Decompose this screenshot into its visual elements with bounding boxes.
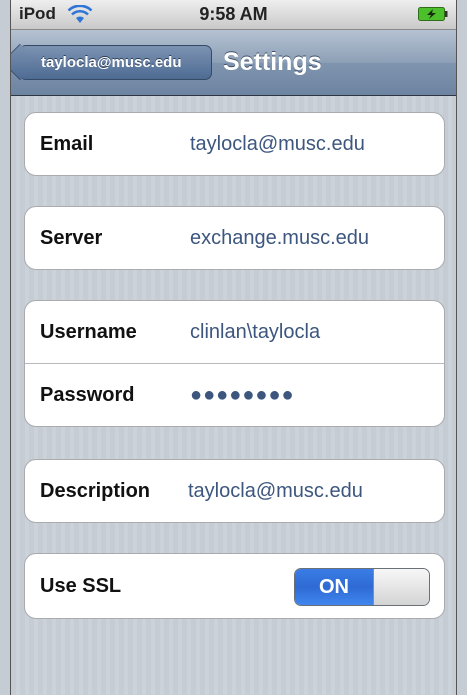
email-label: Email bbox=[40, 133, 94, 155]
settings-screen: iPod 9:58 AM taylocla@musc.edu Settings … bbox=[10, 0, 457, 695]
battery-charging-icon bbox=[418, 7, 448, 21]
description-field[interactable]: taylocla@musc.edu bbox=[188, 460, 363, 522]
server-label: Server bbox=[40, 227, 103, 249]
username-label: Username bbox=[40, 321, 137, 343]
ssl-row: Use SSL ON bbox=[25, 554, 444, 618]
password-field[interactable]: ●●●●●●●● bbox=[190, 364, 295, 426]
ssl-group: Use SSL ON bbox=[24, 553, 445, 619]
ssl-toggle-knob[interactable] bbox=[373, 569, 429, 605]
description-row[interactable]: Description taylocla@musc.edu bbox=[25, 460, 444, 522]
email-field[interactable]: taylocla@musc.edu bbox=[190, 113, 365, 175]
server-row[interactable]: Server exchange.musc.edu bbox=[25, 207, 444, 269]
ssl-label: Use SSL bbox=[40, 575, 122, 597]
server-field[interactable]: exchange.musc.edu bbox=[190, 207, 369, 269]
credentials-group: Username clinlan\taylocla Password ●●●●●… bbox=[24, 300, 445, 427]
password-row[interactable]: Password ●●●●●●●● bbox=[25, 363, 444, 426]
description-group: Description taylocla@musc.edu bbox=[24, 459, 445, 523]
server-group: Server exchange.musc.edu bbox=[24, 206, 445, 270]
username-field[interactable]: clinlan\taylocla bbox=[190, 301, 320, 363]
password-label: Password bbox=[40, 384, 135, 406]
ssl-toggle-on-label: ON bbox=[295, 569, 373, 605]
back-button-label: taylocla@musc.edu bbox=[41, 54, 182, 71]
back-button[interactable]: taylocla@musc.edu bbox=[11, 43, 212, 81]
email-group: Email taylocla@musc.edu bbox=[24, 112, 445, 176]
status-bar: iPod 9:58 AM bbox=[11, 0, 456, 30]
description-label: Description bbox=[40, 480, 151, 502]
back-arrow-icon bbox=[11, 43, 39, 81]
username-row[interactable]: Username clinlan\taylocla bbox=[25, 301, 444, 363]
clock: 9:58 AM bbox=[199, 4, 268, 24]
navigation-bar: taylocla@musc.edu Settings bbox=[11, 30, 456, 96]
page-title: Settings bbox=[223, 48, 322, 76]
email-row[interactable]: Email taylocla@musc.edu bbox=[25, 113, 444, 175]
ssl-toggle-switch[interactable]: ON bbox=[294, 568, 430, 606]
